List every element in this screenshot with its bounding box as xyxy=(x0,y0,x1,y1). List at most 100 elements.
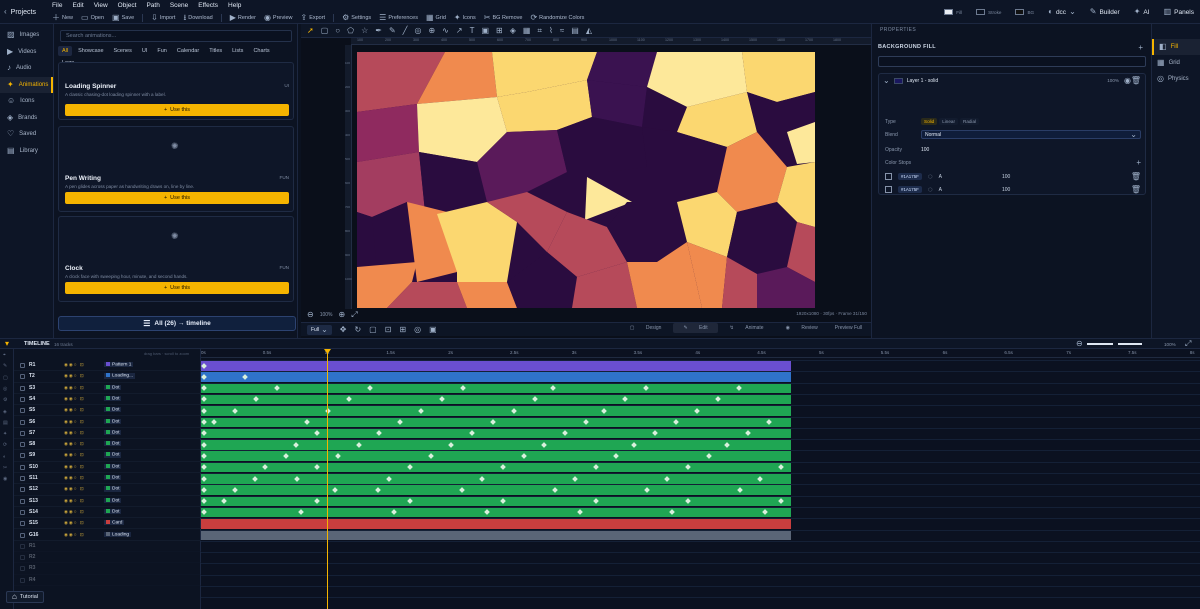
bg-swatch[interactable]: BG xyxy=(1015,9,1034,15)
track-bar[interactable] xyxy=(201,371,791,382)
track-row-g16[interactable]: G16 ◉◉○ ⊡ Loading xyxy=(14,530,201,541)
track-checkbox[interactable] xyxy=(20,419,25,425)
trash-icon[interactable]: 🗑 xyxy=(1131,77,1141,85)
track-controls[interactable]: ◉◉○ ⊡ xyxy=(64,486,85,492)
move-icon[interactable]: ✥ xyxy=(340,325,347,334)
rail-item-animations[interactable]: ✦ Animations xyxy=(0,76,53,93)
track-row-s6[interactable]: S6 ◉◉○ ⊡ Dot xyxy=(14,417,201,428)
fill-color-swatch[interactable] xyxy=(944,9,954,15)
category-titles[interactable]: Titles xyxy=(205,46,226,56)
timeline-tool-icon[interactable]: ✂ xyxy=(3,466,7,471)
track-checkbox[interactable] xyxy=(20,396,25,402)
track-controls[interactable]: ◉◉○ ⊡ xyxy=(64,441,85,447)
blend-select[interactable]: Normal ⌄ xyxy=(921,130,1141,139)
rotate-icon[interactable]: ↻ xyxy=(354,325,361,334)
rail-item-icons[interactable]: ☺ Icons xyxy=(0,93,53,110)
toolbar-randomize-colors-button[interactable]: ⟳ Randomize Colors xyxy=(530,13,584,22)
rail-item-saved[interactable]: ♡ Saved xyxy=(0,126,53,143)
track-controls[interactable]: ◉◉○ ⊡ xyxy=(64,475,85,481)
menu-file[interactable]: File xyxy=(52,2,62,9)
track-bar[interactable] xyxy=(201,450,791,461)
onion-icon[interactable]: ◎ xyxy=(414,325,421,334)
track-row-s7[interactable]: S7 ◉◉○ ⊡ Dot xyxy=(14,428,201,440)
track-checkbox[interactable] xyxy=(20,430,25,436)
mode-review[interactable]: ◉ Review xyxy=(776,323,828,333)
track-controls[interactable]: ◉◉○ ⊡ xyxy=(64,509,85,515)
track-bar[interactable] xyxy=(201,394,791,405)
type-solid[interactable]: Solid xyxy=(921,118,938,125)
track-controls[interactable]: ◉◉○ ⊡ xyxy=(64,419,85,425)
stroke-color-swatch[interactable] xyxy=(976,9,986,15)
trash-icon[interactable]: 🗑 xyxy=(1131,172,1141,181)
path-tool-icon[interactable]: ⌇ xyxy=(549,26,553,35)
select-tool-icon[interactable]: ➚ xyxy=(307,26,314,35)
track-controls[interactable]: ◉◉○ ⊡ xyxy=(64,452,85,458)
animation-card-clock[interactable]: ✺ Clock A clock face with sweeping hour, m… xyxy=(58,216,294,302)
text-tool-icon[interactable]: T xyxy=(470,26,475,35)
wave-tool-icon[interactable]: ≈ xyxy=(560,26,564,35)
use-this-button[interactable]: + Use this xyxy=(65,192,289,204)
menu-path[interactable]: Path xyxy=(146,2,159,9)
toolbar-preview-button[interactable]: ◉ Preview xyxy=(264,13,293,22)
stroke-swatch[interactable]: Stroke xyxy=(976,9,1001,15)
empty-track-row[interactable]: R3 xyxy=(14,563,201,575)
track-checkbox[interactable] xyxy=(20,363,25,368)
category-showcase[interactable]: Showcase xyxy=(74,46,107,56)
mode-design[interactable]: ▢ Design xyxy=(620,323,672,333)
right-tab-grid[interactable]: ▦ Grid xyxy=(1152,55,1200,71)
track-row-s12[interactable]: S12 ◉◉○ ⊡ Dot xyxy=(14,484,201,496)
grid-tool-icon[interactable]: ▤ xyxy=(571,26,579,35)
layer-header[interactable]: ⌄ Layer 1 - solid xyxy=(883,77,938,85)
track-row-s9[interactable]: S9 ◉◉○ ⊡ Dot xyxy=(14,450,201,462)
rail-item-brands[interactable]: ◈ Brands xyxy=(0,110,53,127)
track-checkbox[interactable] xyxy=(20,408,25,414)
color-stop-value[interactable]: 100 xyxy=(1002,174,1010,180)
track-row-s13[interactable]: S13 ◉◉○ ⊡ Dot xyxy=(14,496,201,507)
track-checkbox[interactable] xyxy=(20,498,25,504)
zoom-in-icon[interactable]: ⊕ xyxy=(339,311,346,319)
color-stop-value[interactable]: 100 xyxy=(1002,187,1010,193)
fit-screen-icon[interactable]: ⤢ xyxy=(351,311,357,319)
track-bar[interactable] xyxy=(201,439,791,450)
menu-object[interactable]: Object xyxy=(118,2,137,9)
opacity-value[interactable]: 100 xyxy=(921,147,929,153)
layers-tool-icon[interactable]: ◈ xyxy=(510,26,516,35)
use-this-button[interactable]: + Use this xyxy=(65,282,289,294)
track-checkbox[interactable] xyxy=(20,509,25,515)
track-row-s11[interactable]: S11 ◉◉○ ⊡ Dot xyxy=(14,473,201,485)
track-controls[interactable]: ◉◉○ ⊡ xyxy=(64,362,85,368)
track-checkbox[interactable] xyxy=(20,453,25,459)
track-row-s5[interactable]: S5 ◉◉○ ⊡ Dot xyxy=(14,405,201,417)
timeline-tool-icon[interactable]: ▤ xyxy=(3,420,8,426)
image-tool-icon[interactable]: ▣ xyxy=(481,26,489,35)
track-bar[interactable] xyxy=(201,360,791,371)
toolbar-download-button[interactable]: ⭳ Download xyxy=(183,13,212,22)
menu-effects[interactable]: Effects xyxy=(198,2,218,9)
track-bar[interactable] xyxy=(201,405,791,416)
track-row-t2[interactable]: T2 ◉◉○ ⊡ Loading... xyxy=(14,371,201,383)
color-stop-swatch[interactable] xyxy=(885,173,892,180)
track-controls[interactable]: ◉◉○ ⊡ xyxy=(64,520,85,526)
timeline-zoom-slider[interactable] xyxy=(1087,343,1113,345)
empty-track-row[interactable]: R1 xyxy=(14,541,201,553)
menu-view[interactable]: View xyxy=(94,2,108,9)
target-tool-icon[interactable]: ◎ xyxy=(414,26,421,35)
search-animations-input[interactable]: Search animations... xyxy=(60,30,292,42)
category-lists[interactable]: Lists xyxy=(228,46,247,56)
track-bar[interactable] xyxy=(201,417,791,428)
category-calendar[interactable]: Calendar xyxy=(173,46,203,56)
rail-item-audio[interactable]: ♪ Audio xyxy=(0,60,53,77)
track-checkbox[interactable] xyxy=(20,521,25,527)
track-controls[interactable]: ◉◉○ ⊡ xyxy=(64,532,85,538)
timeline-tool-icon[interactable]: ✎ xyxy=(3,364,7,369)
track-bar[interactable] xyxy=(201,530,791,541)
brush-tool-icon[interactable]: ✎ xyxy=(389,26,396,35)
ellipse-tool-icon[interactable]: ○ xyxy=(335,26,340,35)
lock-icon[interactable]: ▣ xyxy=(429,325,437,334)
zoom-out-icon[interactable]: ⊖ xyxy=(307,311,314,319)
category-fun[interactable]: Fun xyxy=(153,46,170,56)
track-row-s4[interactable]: S4 ◉◉○ ⊡ Dot xyxy=(14,394,201,406)
fill-preview-bar[interactable] xyxy=(878,56,1146,67)
empty-track-row[interactable]: R2 xyxy=(14,552,201,564)
track-controls[interactable]: ◉◉○ ⊡ xyxy=(64,464,85,470)
